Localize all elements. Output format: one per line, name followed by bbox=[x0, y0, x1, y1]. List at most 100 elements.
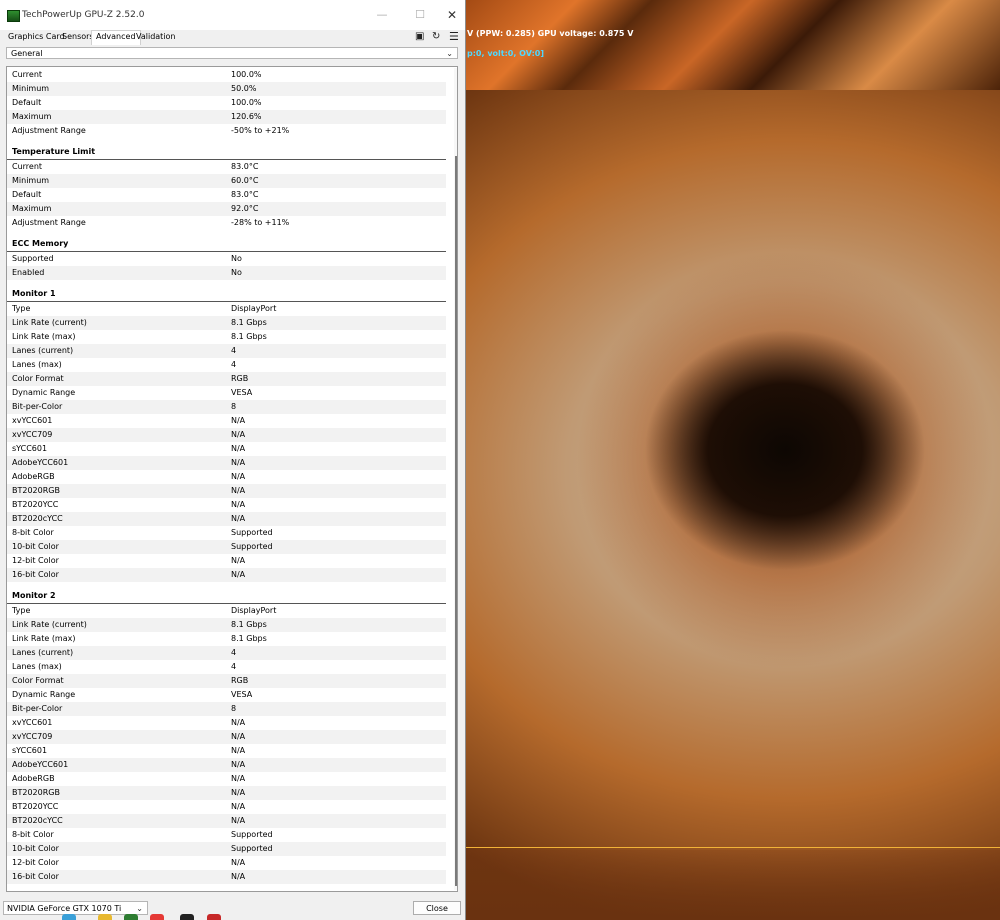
detail-label: Lanes (max) bbox=[12, 662, 62, 671]
detail-label: BT2020RGB bbox=[12, 486, 60, 495]
taskbar-app-icon[interactable] bbox=[207, 914, 221, 920]
detail-value: -50% to +21% bbox=[231, 126, 290, 135]
detail-label: Link Rate (max) bbox=[12, 332, 76, 341]
detail-row: 10-bit Color Supported bbox=[7, 842, 446, 856]
detail-label: Default bbox=[12, 98, 42, 107]
detail-label: Default bbox=[12, 190, 42, 199]
detail-label: Dynamic Range bbox=[12, 690, 76, 699]
taskbar-app-icon[interactable] bbox=[98, 914, 112, 920]
section-dropdown[interactable]: General ⌄ bbox=[6, 47, 458, 59]
wallpaper-bottom-shade bbox=[465, 850, 1000, 920]
detail-row: Bit-per-Color 8 bbox=[7, 702, 446, 716]
camera-icon[interactable]: ▣ bbox=[415, 30, 424, 44]
detail-value: 8 bbox=[231, 704, 237, 713]
scrollbar-thumb[interactable] bbox=[455, 156, 457, 886]
detail-row: Supported No bbox=[7, 252, 446, 266]
detail-value: 8.1 Gbps bbox=[231, 332, 267, 341]
detail-label: Bit-per-Color bbox=[12, 402, 63, 411]
detail-value: -28% to +11% bbox=[231, 218, 290, 227]
detail-value: 8.1 Gbps bbox=[231, 634, 267, 643]
detail-label: BT2020cYCC bbox=[12, 816, 63, 825]
detail-label: AdobeRGB bbox=[12, 774, 55, 783]
chevron-down-icon: ⌄ bbox=[136, 904, 143, 913]
detail-value: 120.6% bbox=[231, 112, 262, 121]
detail-row: xvYCC709 N/A bbox=[7, 428, 446, 442]
detail-value: N/A bbox=[231, 732, 246, 741]
detail-label: sYCC601 bbox=[12, 444, 48, 453]
gpu-dropdown[interactable]: NVIDIA GeForce GTX 1070 Ti ⌄ bbox=[3, 901, 148, 915]
detail-label: Current bbox=[12, 70, 43, 79]
detail-value: Supported bbox=[231, 844, 273, 853]
menu-icon[interactable]: ☰ bbox=[449, 30, 459, 44]
detail-row: BT2020cYCC N/A bbox=[7, 814, 446, 828]
detail-label: 12-bit Color bbox=[12, 556, 59, 565]
detail-row: 12-bit Color N/A bbox=[7, 856, 446, 870]
taskbar-app-icon[interactable] bbox=[124, 914, 138, 920]
vertical-scrollbar[interactable] bbox=[454, 68, 457, 890]
detail-label: AdobeYCC601 bbox=[12, 458, 69, 467]
maximize-button[interactable]: ☐ bbox=[408, 6, 432, 24]
detail-value: N/A bbox=[231, 472, 246, 481]
detail-label: Adjustment Range bbox=[12, 218, 86, 227]
detail-label: AdobeRGB bbox=[12, 472, 55, 481]
detail-row: BT2020RGB N/A bbox=[7, 786, 446, 800]
detail-row: AdobeRGB N/A bbox=[7, 772, 446, 786]
detail-row: Dynamic Range VESA bbox=[7, 386, 446, 400]
detail-value: Supported bbox=[231, 528, 273, 537]
detail-value: N/A bbox=[231, 430, 246, 439]
detail-label: xvYCC709 bbox=[12, 732, 53, 741]
detail-value: N/A bbox=[231, 816, 246, 825]
detail-row: sYCC601 N/A bbox=[7, 442, 446, 456]
detail-row: 12-bit Color N/A bbox=[7, 554, 446, 568]
detail-label: Bit-per-Color bbox=[12, 704, 63, 713]
detail-value: 50.0% bbox=[231, 84, 257, 93]
detail-row: BT2020YCC N/A bbox=[7, 800, 446, 814]
detail-value: N/A bbox=[231, 458, 246, 467]
detail-row: 16-bit Color N/A bbox=[7, 568, 446, 582]
detail-value: DisplayPort bbox=[231, 606, 277, 615]
detail-value: N/A bbox=[231, 500, 246, 509]
title-bar[interactable]: TechPowerUp GPU-Z 2.52.0 — ☐ ✕ bbox=[0, 0, 465, 30]
taskbar-app-icon[interactable] bbox=[180, 914, 194, 920]
detail-value: N/A bbox=[231, 760, 246, 769]
detail-label: 16-bit Color bbox=[12, 872, 59, 881]
detail-row: Color Format RGB bbox=[7, 372, 446, 386]
detail-row: Lanes (current) 4 bbox=[7, 646, 446, 660]
refresh-icon[interactable]: ↻ bbox=[432, 30, 440, 44]
close-window-button[interactable]: ✕ bbox=[440, 6, 464, 24]
detail-value: 83.0°C bbox=[231, 162, 259, 171]
taskbar-app-icon[interactable] bbox=[62, 914, 76, 920]
minimize-button[interactable]: — bbox=[370, 6, 394, 24]
detail-label: Color Format bbox=[12, 676, 64, 685]
detail-value: RGB bbox=[231, 374, 249, 383]
detail-row: AdobeYCC601 N/A bbox=[7, 456, 446, 470]
close-button[interactable]: Close bbox=[413, 901, 461, 915]
detail-row: Current 83.0°C bbox=[7, 160, 446, 174]
detail-label: Color Format bbox=[12, 374, 64, 383]
detail-value: 4 bbox=[231, 346, 237, 355]
detail-label: Lanes (current) bbox=[12, 346, 74, 355]
monitor-1-header: Monitor 1 bbox=[7, 287, 446, 302]
detail-row: Type DisplayPort bbox=[7, 604, 446, 618]
temperature-limit-header: Temperature Limit bbox=[7, 145, 446, 160]
detail-label: BT2020YCC bbox=[12, 500, 59, 509]
detail-label: xvYCC601 bbox=[12, 416, 53, 425]
detail-label: 10-bit Color bbox=[12, 844, 59, 853]
detail-row: xvYCC709 N/A bbox=[7, 730, 446, 744]
detail-label: 16-bit Color bbox=[12, 570, 59, 579]
detail-value: 100.0% bbox=[231, 98, 262, 107]
detail-label: Link Rate (current) bbox=[12, 620, 87, 629]
detail-row: Dynamic Range VESA bbox=[7, 688, 446, 702]
taskbar-app-icon[interactable] bbox=[150, 914, 164, 920]
detail-label: sYCC601 bbox=[12, 746, 48, 755]
tab-bar: Graphics Card Sensors Advanced Validatio… bbox=[0, 30, 465, 45]
detail-value: 8.1 Gbps bbox=[231, 318, 267, 327]
detail-label: Minimum bbox=[12, 176, 50, 185]
detail-label: Maximum bbox=[12, 112, 52, 121]
detail-row: xvYCC601 N/A bbox=[7, 716, 446, 730]
detail-value: VESA bbox=[231, 388, 253, 397]
detail-value: N/A bbox=[231, 514, 246, 523]
detail-label: xvYCC709 bbox=[12, 430, 53, 439]
monitor-2-header-title: Monitor 2 bbox=[12, 591, 56, 600]
tab-validation[interactable]: Validation bbox=[132, 31, 180, 44]
